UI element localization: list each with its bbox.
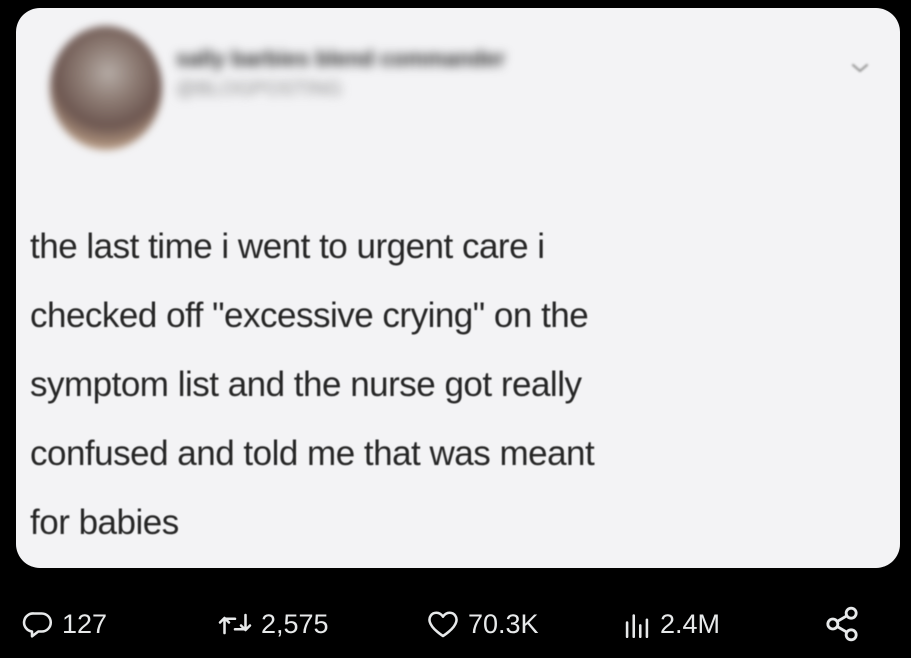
reply-button[interactable]: 127 (20, 594, 107, 654)
screenshot-image[interactable]: sally barbies blend commander @BLOGPOSTI… (16, 8, 900, 568)
chevron-down-icon (848, 56, 872, 80)
views-button[interactable]: 2.4M (620, 594, 720, 654)
post-text: the last time i went to urgent care i ch… (30, 227, 595, 542)
views-icon (620, 606, 654, 642)
repost-button[interactable]: 2,575 (215, 594, 329, 654)
avatar (50, 26, 162, 150)
action-bar: 127 2,575 70.3K 2.4M (0, 594, 911, 654)
share-button[interactable] (822, 594, 862, 654)
post-frame: sally barbies blend commander @BLOGPOSTI… (0, 0, 911, 658)
views-count: 2.4M (660, 608, 721, 639)
author-handle: @BLOGPOSTING (176, 78, 342, 100)
author-block: sally barbies blend commander @BLOGPOSTI… (176, 46, 505, 102)
like-button[interactable]: 70.3K (424, 594, 539, 654)
heart-icon (424, 606, 462, 642)
repost-count: 2,575 (261, 608, 329, 639)
author-name: sally barbies blend commander (176, 46, 505, 71)
reply-count: 127 (62, 608, 108, 639)
like-count: 70.3K (468, 608, 539, 639)
share-icon (822, 604, 862, 644)
repost-icon (215, 606, 255, 642)
reply-icon (20, 606, 56, 642)
